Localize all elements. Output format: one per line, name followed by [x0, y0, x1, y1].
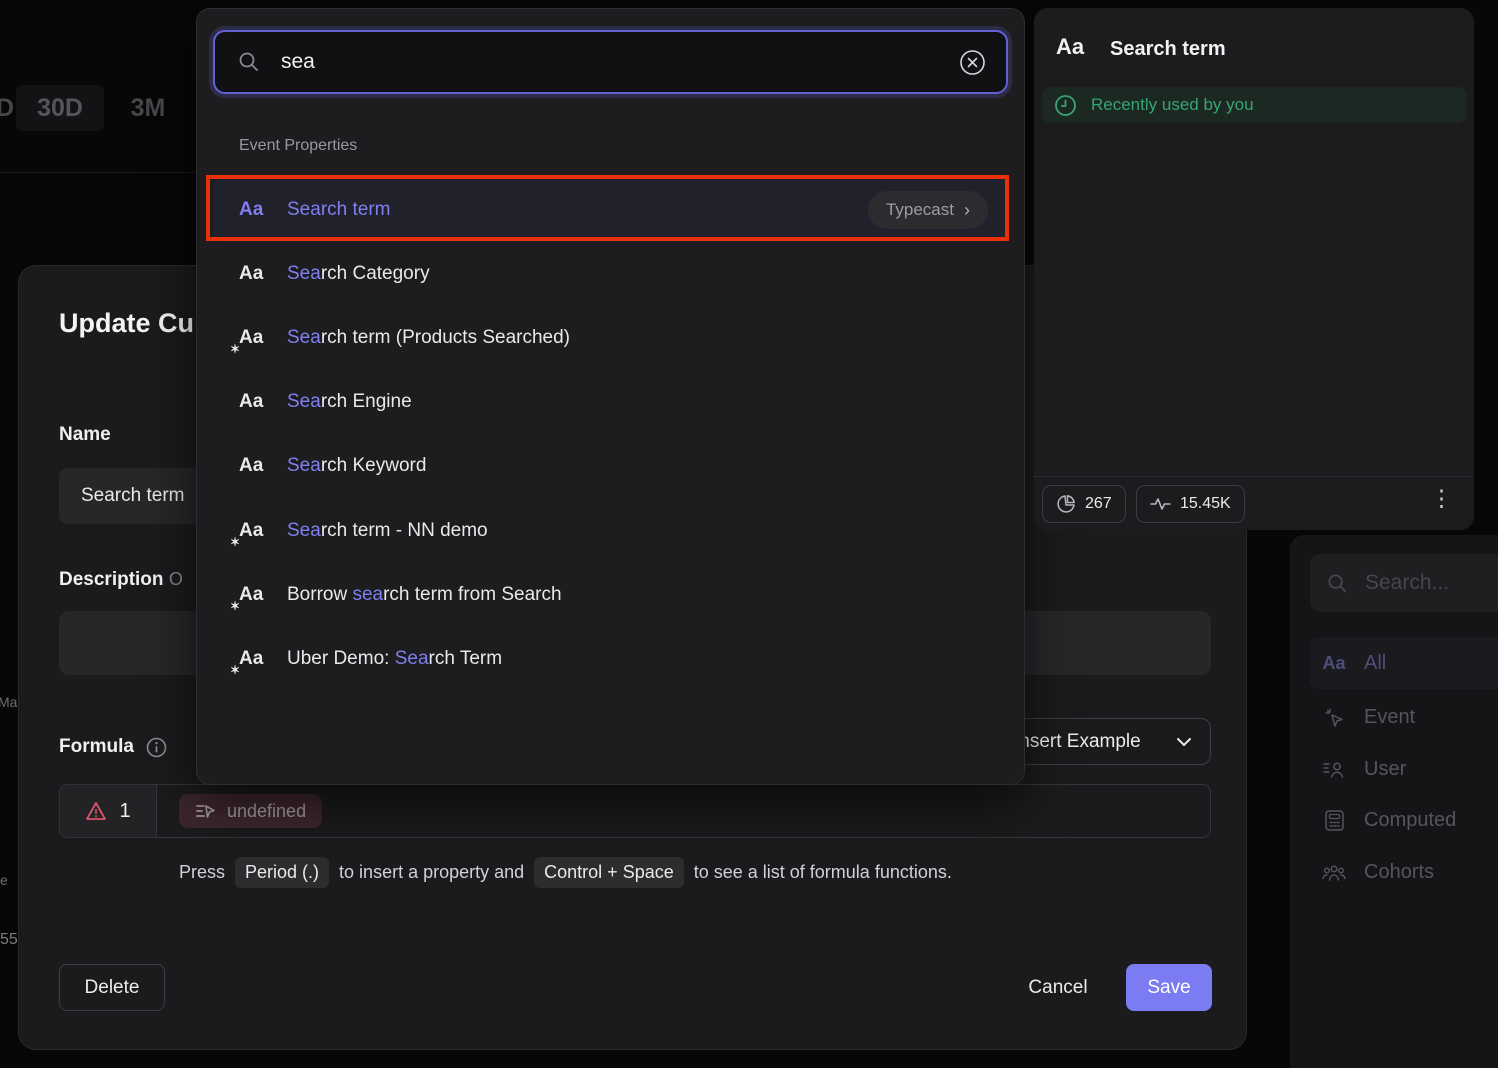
- custom-property-star-icon: ✶: [230, 342, 240, 356]
- pie-chart-icon: [1056, 494, 1076, 514]
- save-button[interactable]: Save: [1126, 964, 1212, 1011]
- recently-used-badge: Recently used by you: [1042, 87, 1466, 123]
- name-label: Name: [59, 424, 111, 446]
- undefined-chip-label: undefined: [227, 801, 306, 822]
- recently-used-label: Recently used by you: [1091, 95, 1254, 115]
- sidebar-item-all[interactable]: Aa All: [1310, 637, 1498, 689]
- event-volume-button[interactable]: 15.45K: [1136, 485, 1245, 523]
- formula-error-count: 1: [119, 800, 130, 823]
- text-property-icon: Aa: [1322, 653, 1346, 674]
- formula-editor-row: 1 undefined: [59, 784, 1211, 838]
- custom-text-property-icon: Aa✶: [239, 327, 273, 349]
- computed-icon: [1322, 810, 1346, 831]
- sidebar-item-cohorts[interactable]: Cohorts: [1310, 846, 1498, 898]
- more-options-icon[interactable]: ⋮: [1430, 487, 1453, 510]
- name-field-value: Search term: [81, 485, 184, 507]
- tab-7d[interactable]: D: [0, 94, 16, 123]
- warning-icon: [85, 801, 107, 821]
- sidebar-search-input[interactable]: [1365, 571, 1485, 595]
- text-property-icon: Aa: [239, 263, 273, 285]
- kbd-control-space: Control + Space: [534, 857, 684, 888]
- date-range-tabs: D 30D 3M: [0, 85, 192, 131]
- tab-3m[interactable]: 3M: [104, 94, 192, 123]
- insert-example-label: Insert Example: [1014, 731, 1176, 753]
- clock-icon: [1054, 94, 1077, 117]
- property-type-sidebar: Aa All Event User Computed Cohorts: [1290, 535, 1498, 1068]
- property-search-dropdown: Event Properties Aa Search term Typecast…: [196, 8, 1025, 785]
- list-item-uber-demo-search-term[interactable]: Aa✶ Uber Demo: Search Term: [213, 627, 1008, 691]
- custom-text-property-icon: Aa✶: [239, 520, 273, 542]
- chart-axis-fragment-e: e: [0, 872, 8, 888]
- chart-axis-fragment-55: 55: [0, 931, 18, 949]
- formula-label: Formula: [59, 736, 167, 758]
- info-icon[interactable]: [146, 737, 167, 758]
- event-icon: [1322, 707, 1346, 728]
- sidebar-item-event[interactable]: Event: [1310, 691, 1498, 743]
- custom-text-property-icon: Aa✶: [239, 648, 273, 670]
- search-input[interactable]: [281, 50, 959, 74]
- property-details-panel: Aa Search term Recently used by you 267 …: [1034, 8, 1474, 530]
- text-property-icon: Aa: [1056, 34, 1084, 60]
- sample-values-count: 267: [1085, 495, 1112, 513]
- custom-property-star-icon: ✶: [230, 599, 240, 613]
- user-icon: [1322, 760, 1346, 778]
- list-item-search-keyword[interactable]: Aa Search Keyword: [213, 434, 1008, 498]
- cancel-button[interactable]: Cancel: [1003, 964, 1113, 1011]
- formula-input[interactable]: undefined: [156, 784, 1211, 838]
- list-item-borrow-search-term[interactable]: Aa✶ Borrow search term from Search: [213, 563, 1008, 627]
- search-icon: [237, 50, 261, 74]
- details-divider: [1034, 476, 1474, 477]
- sidebar-item-computed[interactable]: Computed: [1310, 794, 1498, 846]
- sample-values-button[interactable]: 267: [1042, 485, 1126, 523]
- event-volume-count: 15.45K: [1180, 495, 1231, 513]
- list-item-search-term-nn-demo[interactable]: Aa✶ Search term - NN demo: [213, 499, 1008, 563]
- description-optional-fragment: O: [169, 569, 183, 589]
- chevron-down-icon: [1176, 737, 1192, 747]
- formula-error-gutter: 1: [59, 784, 156, 838]
- custom-text-property-icon: Aa✶: [239, 584, 273, 606]
- section-header-event-properties: Event Properties: [239, 137, 357, 155]
- pulse-icon: [1150, 496, 1171, 512]
- custom-property-star-icon: ✶: [230, 535, 240, 549]
- text-property-icon: Aa: [239, 391, 273, 413]
- list-item-search-term-products[interactable]: Aa✶ Search term (Products Searched): [213, 306, 1008, 370]
- property-list-icon: [195, 802, 217, 820]
- undefined-property-chip[interactable]: undefined: [179, 794, 322, 828]
- property-search-box[interactable]: [213, 30, 1008, 94]
- text-property-icon: Aa: [239, 455, 273, 477]
- delete-button[interactable]: Delete: [59, 964, 165, 1011]
- list-item-search-category[interactable]: Aa Search Category: [213, 242, 1008, 306]
- highlight-annotation-box: [206, 175, 1009, 241]
- kbd-period: Period (.): [235, 857, 329, 888]
- property-details-title: Search term: [1110, 38, 1226, 61]
- clear-search-icon[interactable]: [959, 49, 986, 76]
- tab-30d[interactable]: 30D: [16, 85, 104, 131]
- description-label: Description O: [59, 569, 183, 591]
- cohorts-icon: [1322, 864, 1346, 881]
- search-icon: [1326, 572, 1349, 595]
- sidebar-item-user[interactable]: User: [1310, 743, 1498, 795]
- formula-helper-text: Press Period (.) to insert a property an…: [179, 857, 952, 888]
- list-item-search-engine[interactable]: Aa Search Engine: [213, 370, 1008, 434]
- sidebar-search-box[interactable]: [1310, 554, 1498, 612]
- custom-property-star-icon: ✶: [230, 663, 240, 677]
- modal-title: Update Cu: [59, 308, 194, 339]
- background-divider: [0, 172, 196, 173]
